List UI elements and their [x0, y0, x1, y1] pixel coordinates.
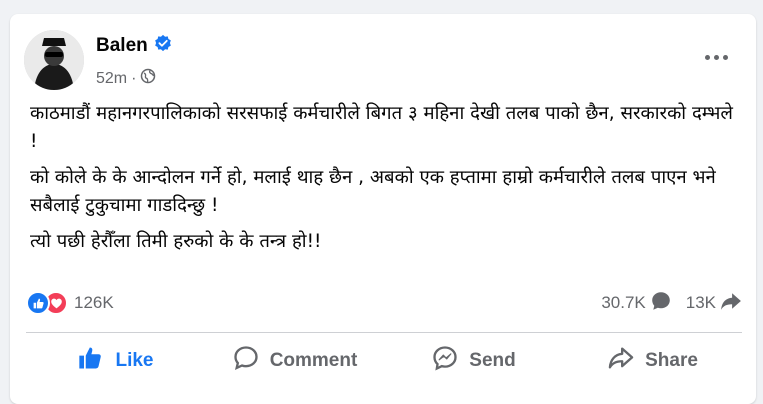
share-count[interactable]: 13K — [686, 290, 742, 317]
post-stats: 126K 30.7K 13K — [26, 286, 742, 320]
post-card: Balen 52m · काठमाडौं महानगरपालिकाको सरसफ… — [10, 14, 756, 404]
globe-icon — [140, 68, 156, 89]
share-button[interactable]: Share — [563, 338, 742, 384]
send-label: Send — [469, 350, 516, 371]
post-text: काठमाडौं महानगरपालिकाको सरसफाई कर्मचारील… — [30, 100, 740, 264]
meta-separator: · — [131, 69, 137, 87]
share-icon — [720, 290, 742, 317]
reaction-count: 126K — [74, 293, 114, 312]
like-reaction-icon — [26, 291, 50, 315]
engagement-stats: 30.7K 13K — [601, 290, 742, 317]
post-paragraph-2: को कोले के के आन्दोलन गर्ने हो, मलाई थाह… — [30, 167, 716, 216]
avatar[interactable] — [24, 30, 84, 90]
comment-icon — [232, 344, 260, 378]
action-bar: Like Comment Send Share — [26, 338, 742, 384]
comment-button[interactable]: Comment — [205, 338, 384, 384]
divider — [26, 332, 742, 333]
comment-icon — [650, 290, 672, 317]
reactions-summary[interactable]: 126K — [26, 291, 114, 315]
comment-count-value: 30.7K — [601, 293, 646, 312]
post-meta: 52m · — [96, 68, 156, 89]
post-paragraph-1: काठमाडौं महानगरपालिकाको सरसफाई कर्मचारील… — [30, 103, 733, 152]
send-icon — [431, 344, 459, 378]
post-time[interactable]: 52m — [96, 70, 127, 88]
share-icon — [607, 344, 635, 378]
like-label: Like — [115, 350, 154, 371]
share-count-value: 13K — [685, 293, 716, 312]
author-block: Balen — [96, 34, 172, 57]
like-button[interactable]: Like — [26, 338, 205, 384]
comment-label: Comment — [269, 350, 358, 371]
verified-icon — [154, 34, 172, 57]
share-label: Share — [645, 350, 698, 371]
post-paragraph-3: त्यो पछी हेरौँला तिमी हरुको के के तन्त्र… — [30, 231, 322, 252]
comment-count[interactable]: 30.7K — [601, 290, 671, 317]
author-name[interactable]: Balen — [96, 35, 148, 57]
send-button[interactable]: Send — [384, 338, 563, 384]
like-icon — [77, 344, 105, 378]
more-icon[interactable] — [698, 42, 734, 72]
